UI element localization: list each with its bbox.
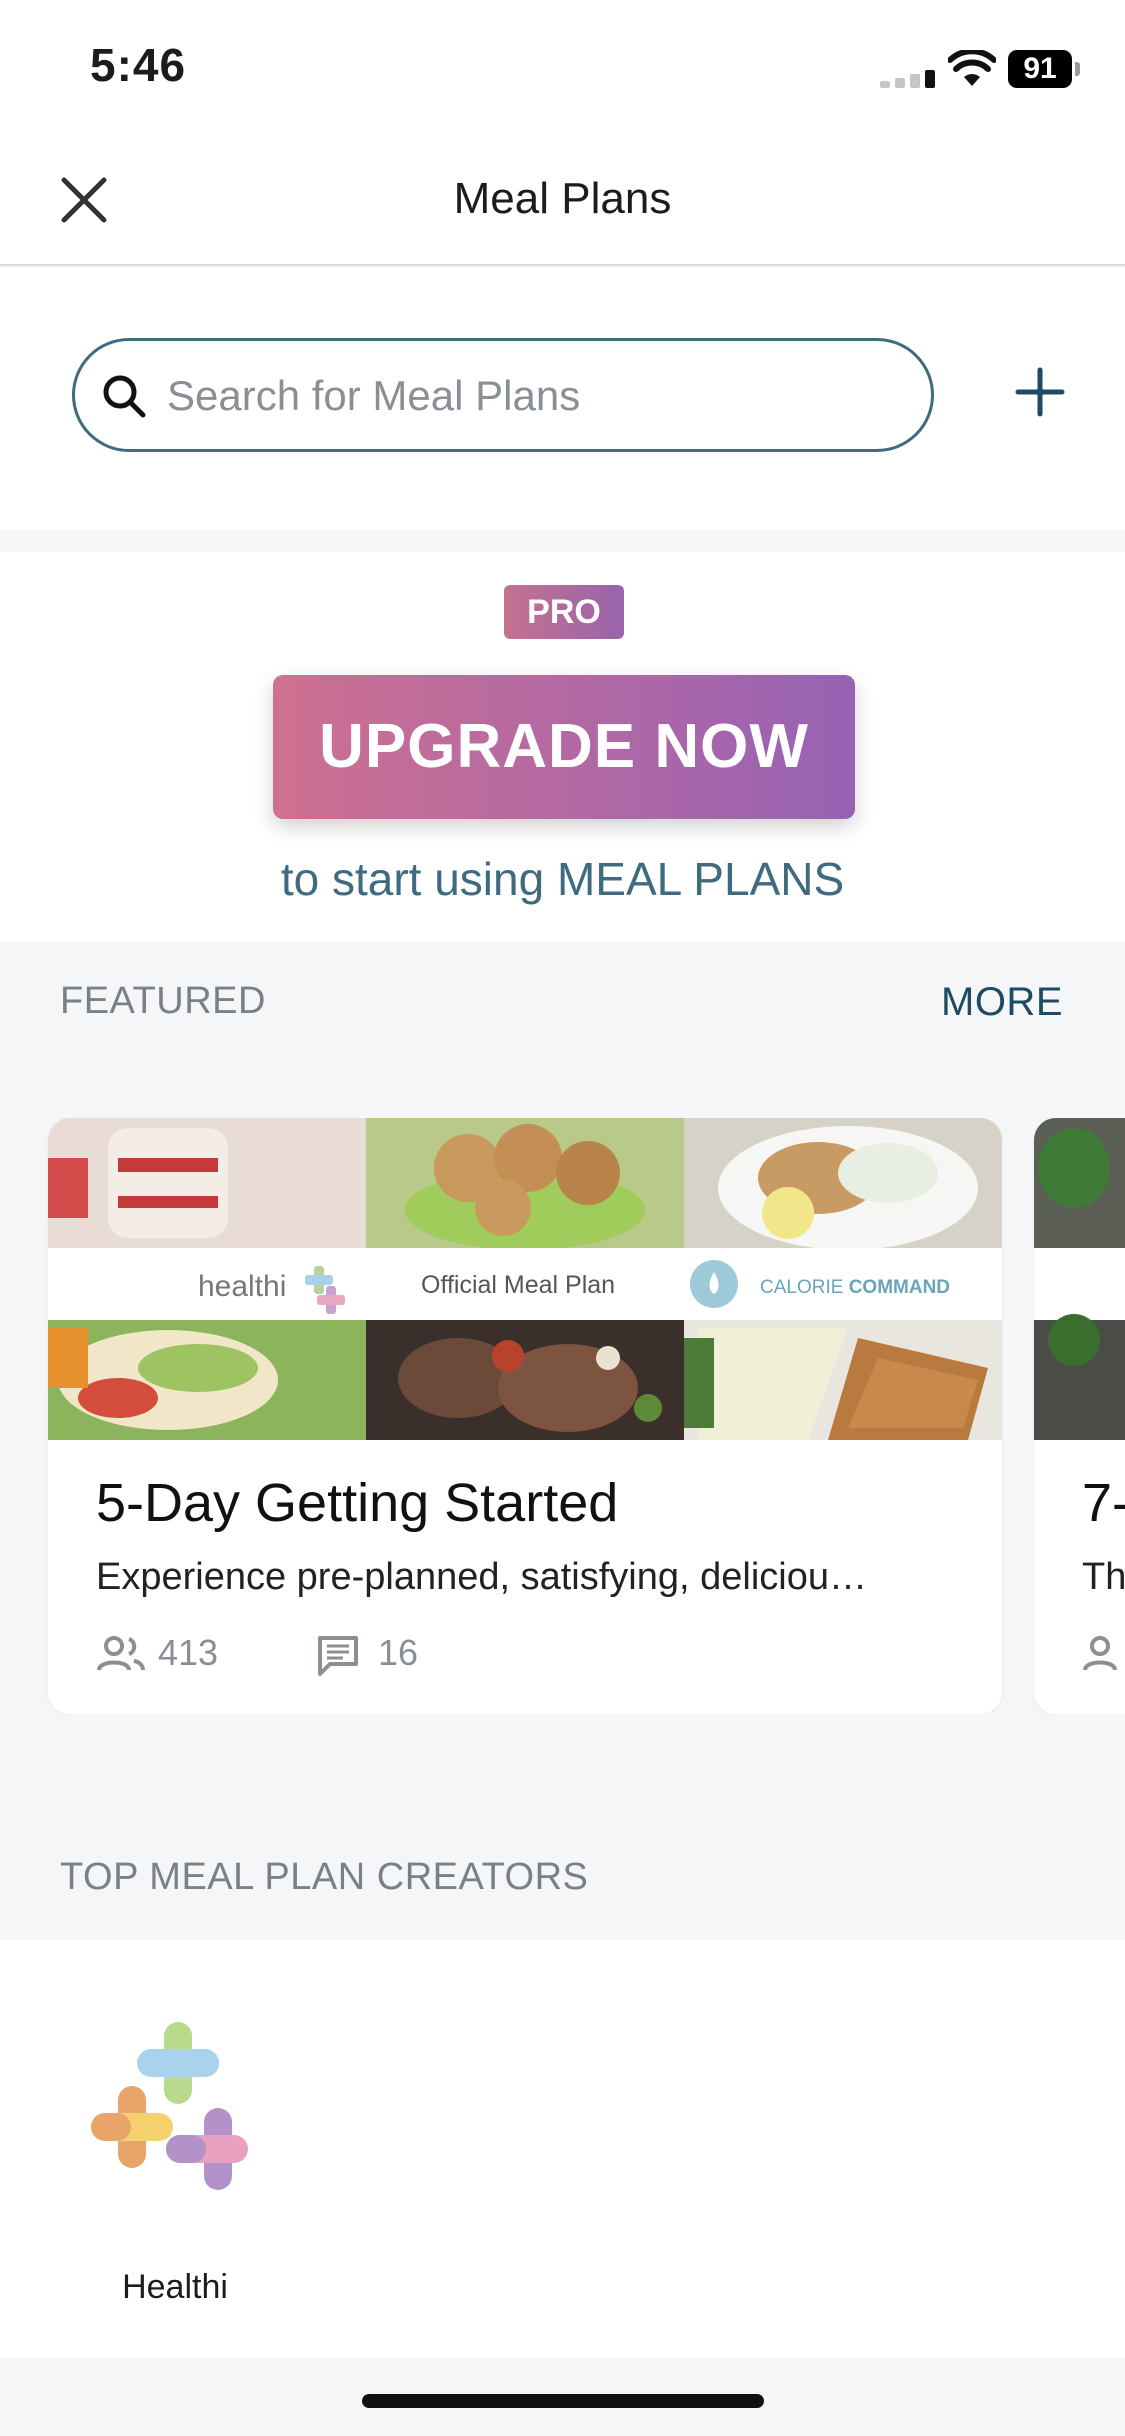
upgrade-subtitle: to start using MEAL PLANS [280, 853, 845, 905]
people-icon [1083, 1636, 1117, 1671]
wifi-icon [948, 50, 996, 86]
battery-level: 91 [1008, 50, 1072, 88]
creators-header: TOP MEAL PLAN CREATORS [0, 1830, 1125, 1940]
more-link[interactable]: MORE [941, 980, 1063, 1025]
featured-header: FEATURED MORE [0, 942, 1125, 1062]
navigation-bar: Meal Plans [0, 140, 1125, 266]
people-icon [97, 1636, 145, 1671]
comment-icon [318, 1636, 358, 1676]
followers-stat: 413 [96, 1628, 276, 1678]
status-time: 5:46 [90, 39, 187, 91]
cellular-signal-icon [880, 70, 935, 88]
creators-list: Healthi [0, 1940, 1125, 2358]
upgrade-promo: PRO UPGRADE NOW to start using MEAL PLAN… [0, 552, 1125, 942]
pro-badge: PRO [504, 585, 624, 639]
card-description: Th [1082, 1556, 1125, 1598]
healthi-logo-icon[interactable] [86, 2010, 266, 2210]
card-title: 5-Day Getting Started [96, 1473, 619, 1533]
followers-count: 413 [158, 1632, 219, 1673]
card-description: Experience pre-planned, satisfying, deli… [96, 1556, 867, 1598]
meal-plan-card[interactable]: healthi Official Meal Plan CALORIE COMMA… [48, 1118, 1002, 1714]
meal-plan-banner-image [1034, 1118, 1125, 1440]
creators-label: TOP MEAL PLAN CREATORS [60, 1856, 589, 1898]
card-title: 7- [1082, 1473, 1125, 1533]
featured-carousel[interactable]: healthi Official Meal Plan CALORIE COMMA… [0, 1118, 1125, 1714]
comments-count: 16 [378, 1632, 419, 1673]
meal-plan-banner-image: healthi Official Meal Plan CALORIE COMMA… [48, 1118, 1002, 1440]
banner-partner-bold: COMMAND [849, 1277, 950, 1298]
creator-name: Healthi [122, 2268, 228, 2306]
followers-stat [1082, 1628, 1125, 1678]
search-input[interactable] [167, 363, 887, 429]
featured-label: FEATURED [60, 980, 266, 1022]
meal-plan-card-next[interactable]: 7- Th [1034, 1118, 1125, 1714]
page-title: Meal Plans [453, 174, 672, 223]
battery-indicator: 91 [1008, 50, 1084, 88]
battery-tip [1075, 62, 1080, 76]
search-section [0, 268, 1125, 530]
banner-partner-text: CALORIE [760, 1277, 843, 1298]
search-bar[interactable] [72, 338, 934, 452]
banner-official-label: Official Meal Plan [421, 1271, 615, 1299]
plus-icon[interactable] [1012, 364, 1068, 420]
search-icon [103, 375, 146, 418]
status-bar: 5:46 91 [0, 0, 1125, 140]
banner-brand: healthi [198, 1270, 286, 1303]
comments-stat: 16 [316, 1628, 496, 1678]
banner-partner-label: CALORIE COMMAND [760, 1277, 950, 1298]
upgrade-now-button[interactable]: UPGRADE NOW [273, 675, 855, 819]
home-indicator [362, 2394, 764, 2408]
